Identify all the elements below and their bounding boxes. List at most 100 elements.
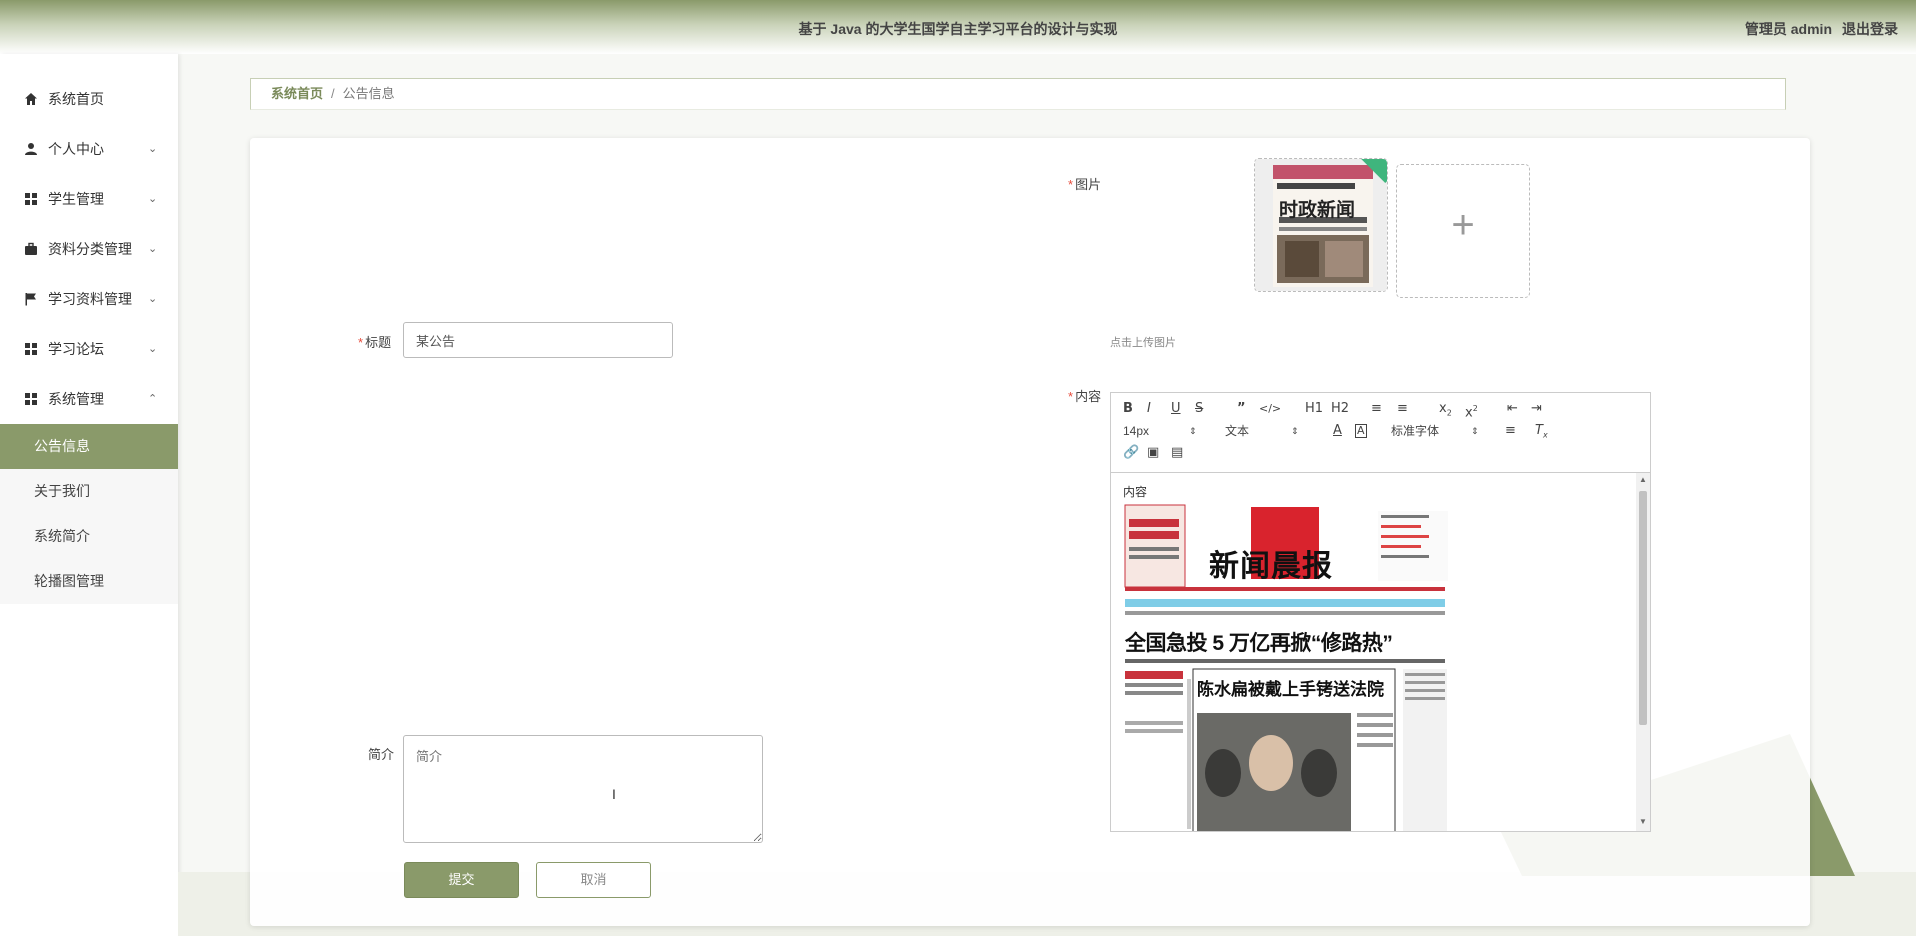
sidebar-item-personal[interactable]: 个人中心 ⌄ bbox=[0, 124, 178, 174]
chevron-down-icon: ⌄ bbox=[148, 343, 158, 355]
bold-icon[interactable]: B bbox=[1123, 399, 1133, 419]
scrollbar-thumb[interactable] bbox=[1639, 491, 1647, 725]
grid-icon bbox=[25, 393, 37, 405]
breadcrumb: 系统首页 / 公告信息 bbox=[250, 78, 1786, 110]
superscript-icon[interactable]: x2 bbox=[1465, 399, 1478, 420]
italic-icon[interactable]: I bbox=[1147, 399, 1151, 419]
chevron-down-icon: ⌄ bbox=[148, 243, 158, 255]
sidebar-item-label: 资料分类管理 bbox=[48, 241, 132, 257]
user-area: 管理员 admin 退出登录 bbox=[1745, 19, 1898, 39]
grid-icon bbox=[25, 193, 37, 205]
editor-content-area[interactable]: 内容 新闻晨报 全国急投 5 万亿再掀“修路热” 陈水扁被戴上手铐送法院 ▲ ▼ bbox=[1111, 473, 1650, 831]
newspaper-headline: 全国急投 5 万亿再掀“修路热” bbox=[1125, 632, 1393, 655]
title-input[interactable] bbox=[403, 322, 673, 358]
sidebar-item-system[interactable]: 系统管理 ⌃ bbox=[0, 374, 178, 424]
sidebar-item-label: 系统管理 bbox=[48, 391, 104, 407]
scroll-up-icon[interactable]: ▲ bbox=[1639, 475, 1647, 484]
newspaper-masthead: 新闻晨报 bbox=[1209, 549, 1333, 584]
title-label: * 标题 bbox=[358, 335, 392, 350]
submenu-item-carousel[interactable]: 轮播图管理 bbox=[0, 559, 178, 604]
sidebar-item-forum[interactable]: 学习论坛 ⌄ bbox=[0, 324, 178, 374]
content-label: * 内容 bbox=[1068, 389, 1102, 404]
chevron-down-icon: ⌄ bbox=[148, 193, 158, 205]
select-arrows-icon: ⇕ bbox=[1189, 426, 1197, 436]
link-icon[interactable]: 🔗 bbox=[1123, 443, 1139, 463]
summary-label: 简介 bbox=[368, 747, 395, 762]
editor-toolbar: B I U S ” </> H1 H2 ≡ ≡ x2 x2 ⇤ ⇥ 14px ⇕ … bbox=[1111, 393, 1650, 473]
user-icon bbox=[25, 143, 37, 155]
user-label: 管理员 admin bbox=[1744, 21, 1832, 37]
blockquote-icon[interactable]: ” bbox=[1237, 399, 1246, 419]
sidebar-item-materials[interactable]: 学习资料管理 ⌄ bbox=[0, 274, 178, 324]
sidebar-item-label: 个人中心 bbox=[48, 141, 104, 157]
sidebar-item-students[interactable]: 学生管理 ⌄ bbox=[0, 174, 178, 224]
submenu-item-announcements[interactable]: 公告信息 bbox=[0, 424, 178, 469]
bullet-list-icon[interactable]: ≡ bbox=[1397, 399, 1408, 419]
grid-icon bbox=[25, 343, 37, 355]
underline-icon[interactable]: U bbox=[1171, 399, 1181, 419]
sidebar-menu: 系统首页 个人中心 ⌄ 学生管理 ⌄ 资料分类管理 ⌄ 学习资料管理 ⌄ 学习论… bbox=[0, 74, 178, 604]
text-cursor-icon: I bbox=[612, 786, 616, 802]
home-icon bbox=[25, 93, 37, 105]
outdent-icon[interactable]: ⇤ bbox=[1507, 399, 1518, 419]
sidebar-item-label: 学习论坛 bbox=[48, 341, 104, 357]
newspaper-thumbnail-image bbox=[1255, 159, 1387, 291]
thumbnail-text: 时政新闻 bbox=[1279, 200, 1356, 221]
chevron-up-icon: ⌃ bbox=[148, 393, 158, 405]
rich-text-editor[interactable]: B I U S ” </> H1 H2 ≡ ≡ x2 x2 ⇤ ⇥ 14px ⇕ … bbox=[1110, 392, 1651, 832]
paragraph-select[interactable]: 文本 ⇕ bbox=[1225, 421, 1301, 441]
breadcrumb-home[interactable]: 系统首页 bbox=[271, 86, 323, 101]
upload-image-button[interactable]: + bbox=[1396, 164, 1530, 298]
sidebar-item-label: 学生管理 bbox=[48, 191, 104, 207]
sidebar-item-home[interactable]: 系统首页 bbox=[0, 74, 178, 124]
embedded-newspaper-image: 新闻晨报 全国急投 5 万亿再掀“修路热” 陈水扁被戴上手铐送法院 bbox=[1123, 501, 1459, 831]
indent-icon[interactable]: ⇥ bbox=[1531, 399, 1542, 419]
required-mark: * bbox=[358, 335, 364, 350]
app-title: 基于 Java 的大学生国学自主学习平台的设计与实现 bbox=[798, 21, 1118, 37]
newspaper-subheadline: 陈水扁被戴上手铐送法院 bbox=[1197, 680, 1384, 700]
align-icon[interactable]: ≡ bbox=[1505, 421, 1516, 441]
header-1-icon[interactable]: H1 bbox=[1305, 399, 1323, 419]
image-icon[interactable]: ▣ bbox=[1147, 443, 1159, 463]
header-2-icon[interactable]: H2 bbox=[1331, 399, 1349, 419]
submenu-item-about[interactable]: 关于我们 bbox=[0, 469, 178, 514]
cancel-button[interactable]: 取消 bbox=[536, 862, 651, 898]
font-color-icon[interactable]: A bbox=[1333, 421, 1342, 441]
font-size-select[interactable]: 14px ⇕ bbox=[1123, 421, 1199, 441]
required-mark: * bbox=[1068, 177, 1074, 192]
image-label: * 图片 bbox=[1068, 177, 1102, 192]
required-mark: * bbox=[1068, 389, 1074, 404]
select-arrows-icon: ⇕ bbox=[1291, 426, 1299, 436]
sidebar: 系统首页 个人中心 ⌄ 学生管理 ⌄ 资料分类管理 ⌄ 学习资料管理 ⌄ 学习论… bbox=[0, 54, 178, 936]
chevron-down-icon: ⌄ bbox=[148, 143, 158, 155]
top-bar: 基于 Java 的大学生国学自主学习平台的设计与实现 管理员 admin 退出登录 bbox=[0, 0, 1916, 54]
upload-hint: 点击上传图片 bbox=[1110, 337, 1176, 349]
video-icon[interactable]: ▤ bbox=[1171, 443, 1183, 463]
editor-scrollbar[interactable]: ▲ ▼ bbox=[1636, 473, 1650, 831]
strikethrough-icon[interactable]: S bbox=[1195, 399, 1203, 419]
toolbar-row-3: 🔗 ▣ ▤ bbox=[1121, 443, 1640, 465]
clear-format-icon[interactable]: Tx bbox=[1535, 421, 1548, 441]
toolbar-row-2: 14px ⇕ 文本 ⇕ A A 标准字体 ⇕ ≡ Tx bbox=[1121, 421, 1640, 443]
select-arrows-icon: ⇕ bbox=[1471, 426, 1479, 436]
logout-link[interactable]: 退出登录 bbox=[1842, 21, 1898, 37]
breadcrumb-current: 公告信息 bbox=[342, 86, 395, 101]
submenu-item-intro[interactable]: 系统简介 bbox=[0, 514, 178, 559]
code-block-icon[interactable]: </> bbox=[1259, 399, 1281, 419]
plus-icon: + bbox=[1451, 203, 1475, 247]
summary-textarea[interactable] bbox=[403, 735, 763, 843]
ordered-list-icon[interactable]: ≡ bbox=[1371, 399, 1382, 419]
toolbar-row-1: B I U S ” </> H1 H2 ≡ ≡ x2 x2 ⇤ ⇥ bbox=[1121, 399, 1640, 421]
form-card: *标题 简介 I *图片 时政新闻 + 点击上传图片 *内容 B I bbox=[250, 138, 1810, 926]
scroll-down-icon[interactable]: ▼ bbox=[1639, 817, 1647, 826]
flag-icon bbox=[25, 293, 36, 306]
background-color-icon[interactable]: A bbox=[1355, 424, 1367, 438]
sidebar-item-categories[interactable]: 资料分类管理 ⌄ bbox=[0, 224, 178, 274]
breadcrumb-separator: / bbox=[331, 86, 335, 101]
uploaded-image-thumbnail[interactable]: 时政新闻 bbox=[1254, 158, 1388, 292]
subscript-icon[interactable]: x2 bbox=[1439, 399, 1452, 419]
editor-content-text: 内容 bbox=[1123, 485, 1148, 499]
submit-button[interactable]: 提交 bbox=[404, 862, 519, 898]
font-family-select[interactable]: 标准字体 ⇕ bbox=[1391, 421, 1479, 441]
system-submenu: 公告信息 关于我们 系统简介 轮播图管理 bbox=[0, 424, 178, 604]
